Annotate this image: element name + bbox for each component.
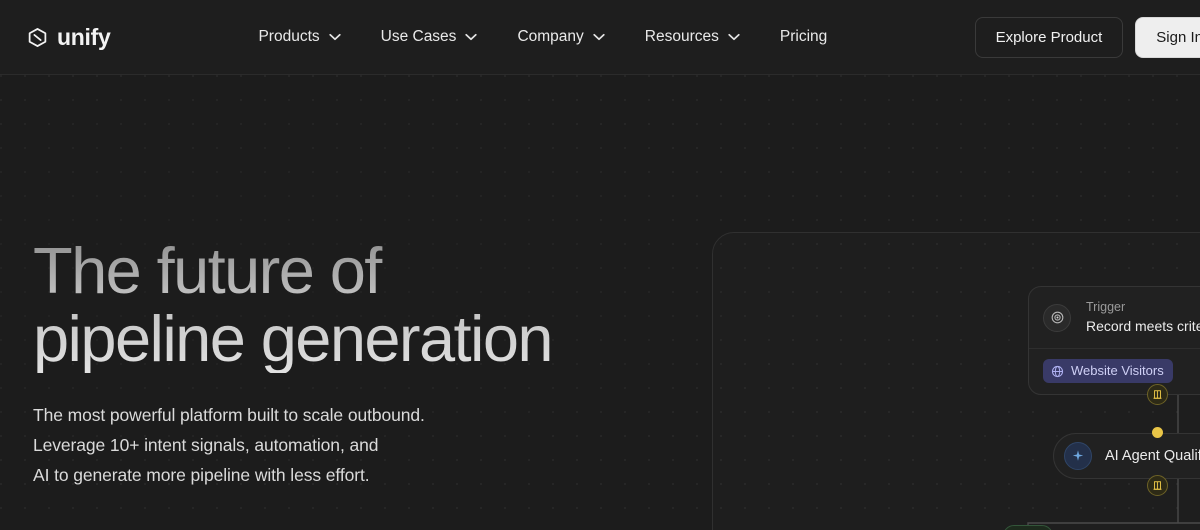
hero-section: The future of pipeline generation The mo… [0, 75, 1200, 530]
nav-label: Resources [644, 28, 719, 45]
chevron-down-icon [728, 33, 740, 41]
building-icon [1153, 481, 1162, 490]
sparkle-icon [1064, 442, 1092, 470]
branch-label-true[interactable]: True [1003, 525, 1054, 530]
target-icon [1043, 303, 1071, 332]
hero-subtitle: The most powerful platform built to scal… [33, 405, 425, 485]
sign-in-button[interactable]: Sign In [1135, 17, 1200, 58]
trigger-node-kicker: Trigger [1086, 300, 1126, 314]
agent-node-title: AI Agent Qualification [1105, 447, 1200, 464]
wire-badge-building-icon[interactable] [1147, 384, 1168, 405]
brand-wordmark: unify [57, 23, 111, 50]
site-header: unify Products Use Cases Company Resourc… [0, 0, 1200, 75]
connector-dot [1152, 427, 1163, 438]
trigger-node-header: Trigger Record meets criteria [1029, 287, 1200, 348]
header-actions: Explore Product Sign In [974, 0, 1200, 75]
nav-item-company[interactable]: Company [497, 20, 624, 54]
nav-label: Use Cases [380, 28, 457, 45]
hero-copy: The future of pipeline generation The mo… [33, 237, 673, 490]
nav-item-products[interactable]: Products [238, 20, 360, 54]
page-title: The future of pipeline generation [33, 237, 673, 373]
trigger-node-footer: Website Visitors [1029, 349, 1200, 394]
nav-item-pricing[interactable]: Pricing [760, 20, 847, 54]
chevron-down-icon [328, 33, 341, 41]
primary-nav: Products Use Cases Company Resources Pri… [238, 20, 847, 54]
workflow-node-ai-agent[interactable]: AI Agent Qualification [1053, 433, 1200, 479]
building-icon [1153, 390, 1162, 399]
chevron-down-icon [465, 33, 478, 41]
nav-label: Products [258, 28, 320, 45]
globe-icon [1051, 365, 1064, 377]
unify-cube-icon [28, 27, 47, 47]
website-visitors-chip[interactable]: Website Visitors [1043, 359, 1173, 383]
chip-label: Website Visitors [1071, 363, 1164, 378]
workflow-canvas[interactable]: Trigger Record meets criteria Website Vi… [712, 232, 1200, 530]
page-root: unify Products Use Cases Company Resourc… [0, 0, 1200, 530]
explore-product-button[interactable]: Explore Product [974, 17, 1124, 58]
chevron-down-icon [593, 33, 605, 41]
brand-logo[interactable]: unify [27, 23, 111, 50]
wire-badge-building-icon[interactable] [1147, 475, 1168, 496]
trigger-node-title: Record meets criteria [1086, 318, 1200, 334]
nav-item-resources[interactable]: Resources [625, 20, 760, 54]
nav-label: Company [517, 28, 584, 45]
nav-label: Pricing [779, 28, 828, 45]
nav-item-use-cases[interactable]: Use Cases [361, 20, 498, 54]
workflow-node-trigger[interactable]: Trigger Record meets criteria Website Vi… [1028, 286, 1200, 395]
